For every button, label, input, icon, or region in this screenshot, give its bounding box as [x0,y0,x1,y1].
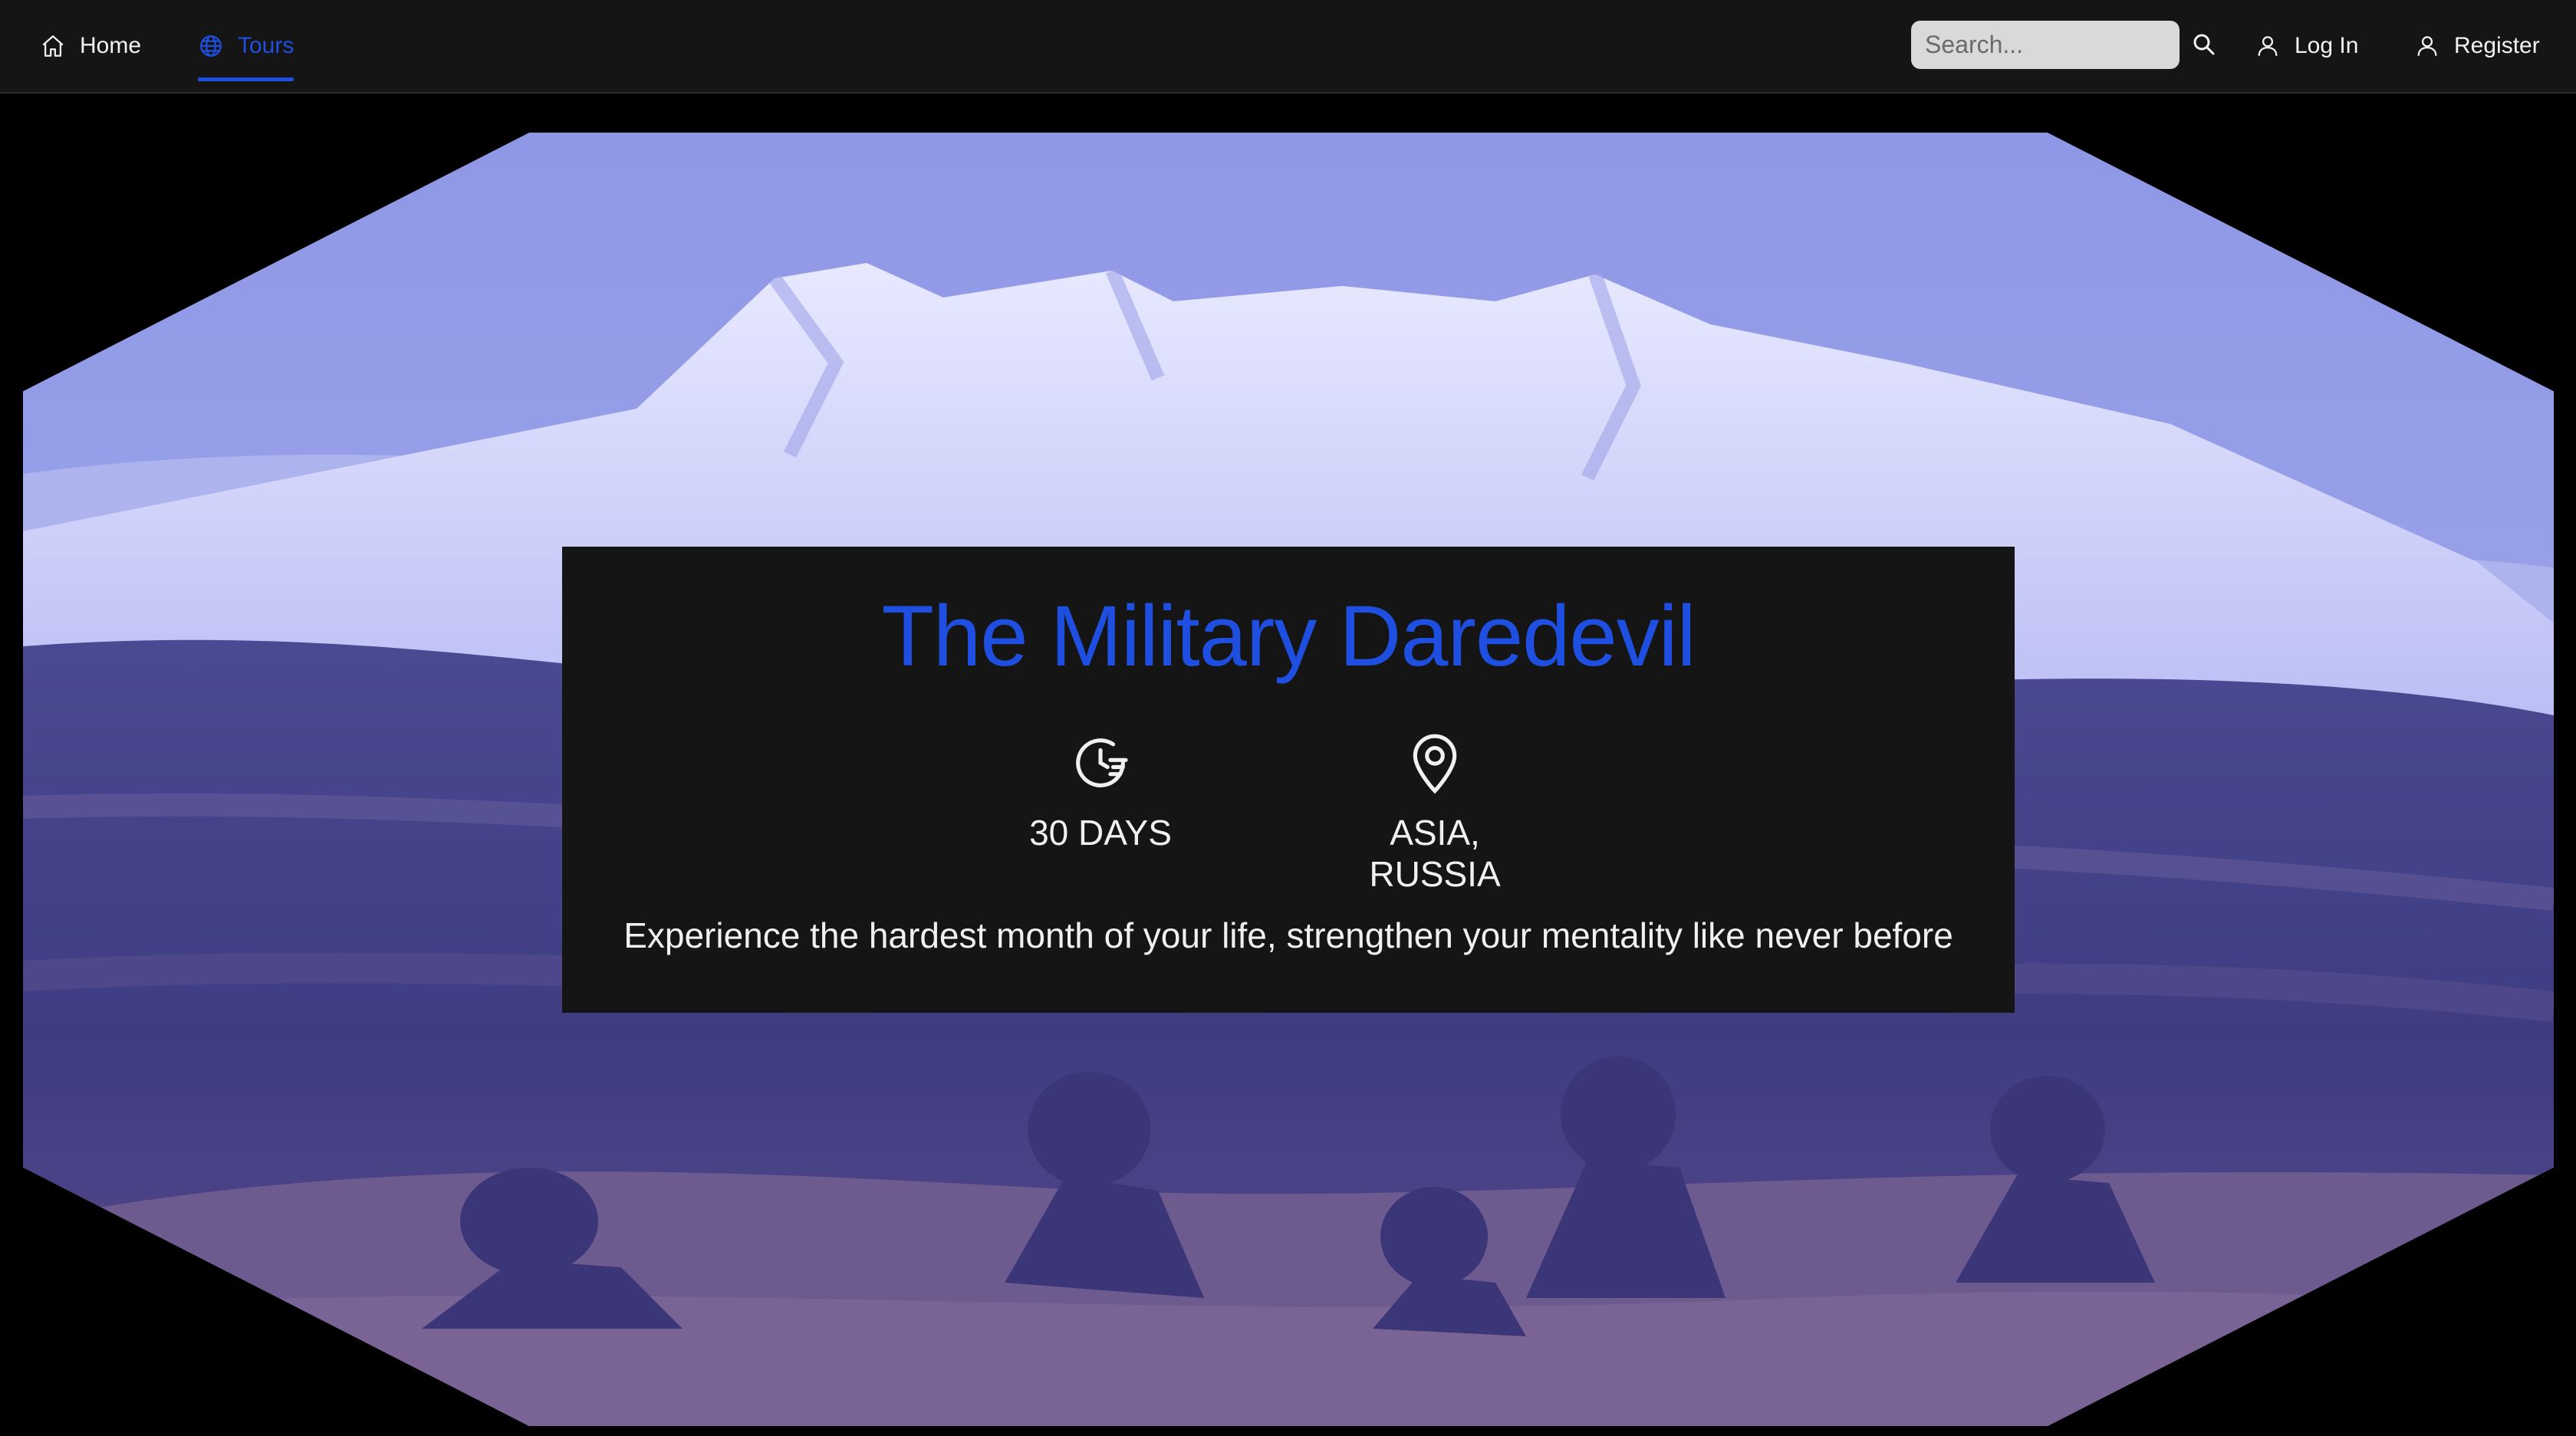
home-icon [42,35,64,57]
tour-info-card: The Military Daredevil 30 DAYS ASIA, RUS… [562,547,2015,1013]
tour-title: The Military Daredevil [881,588,1696,684]
map-pin-icon [1413,734,1457,794]
nav-home-label: Home [80,33,142,58]
nav-tours-label: Tours [238,33,294,58]
tour-location-text: ASIA, RUSSIA [1369,813,1501,894]
search-input[interactable] [1911,21,2180,69]
nav-tours-link[interactable]: Tours [198,0,294,92]
tour-duration-text: 30 DAYS [1029,813,1172,853]
nav-home-link[interactable]: Home [40,0,141,92]
clock-icon [1076,738,1128,787]
user-icon [2417,36,2437,56]
globe-icon [200,35,222,57]
user-icon [2258,36,2278,56]
tour-duration: 30 DAYS [985,729,1216,853]
nav-login-label: Log In [2295,33,2359,58]
search-icon[interactable] [2190,31,2218,58]
nav-login-link[interactable]: Log In [2255,0,2358,92]
top-navbar: Home Tours Log In Register [0,0,2576,94]
nav-register-label: Register [2454,33,2540,58]
nav-register-link[interactable]: Register [2414,0,2540,92]
tour-location: ASIA, RUSSIA [1320,729,1550,895]
tour-description: Experience the hardest month of your lif… [623,915,1953,955]
